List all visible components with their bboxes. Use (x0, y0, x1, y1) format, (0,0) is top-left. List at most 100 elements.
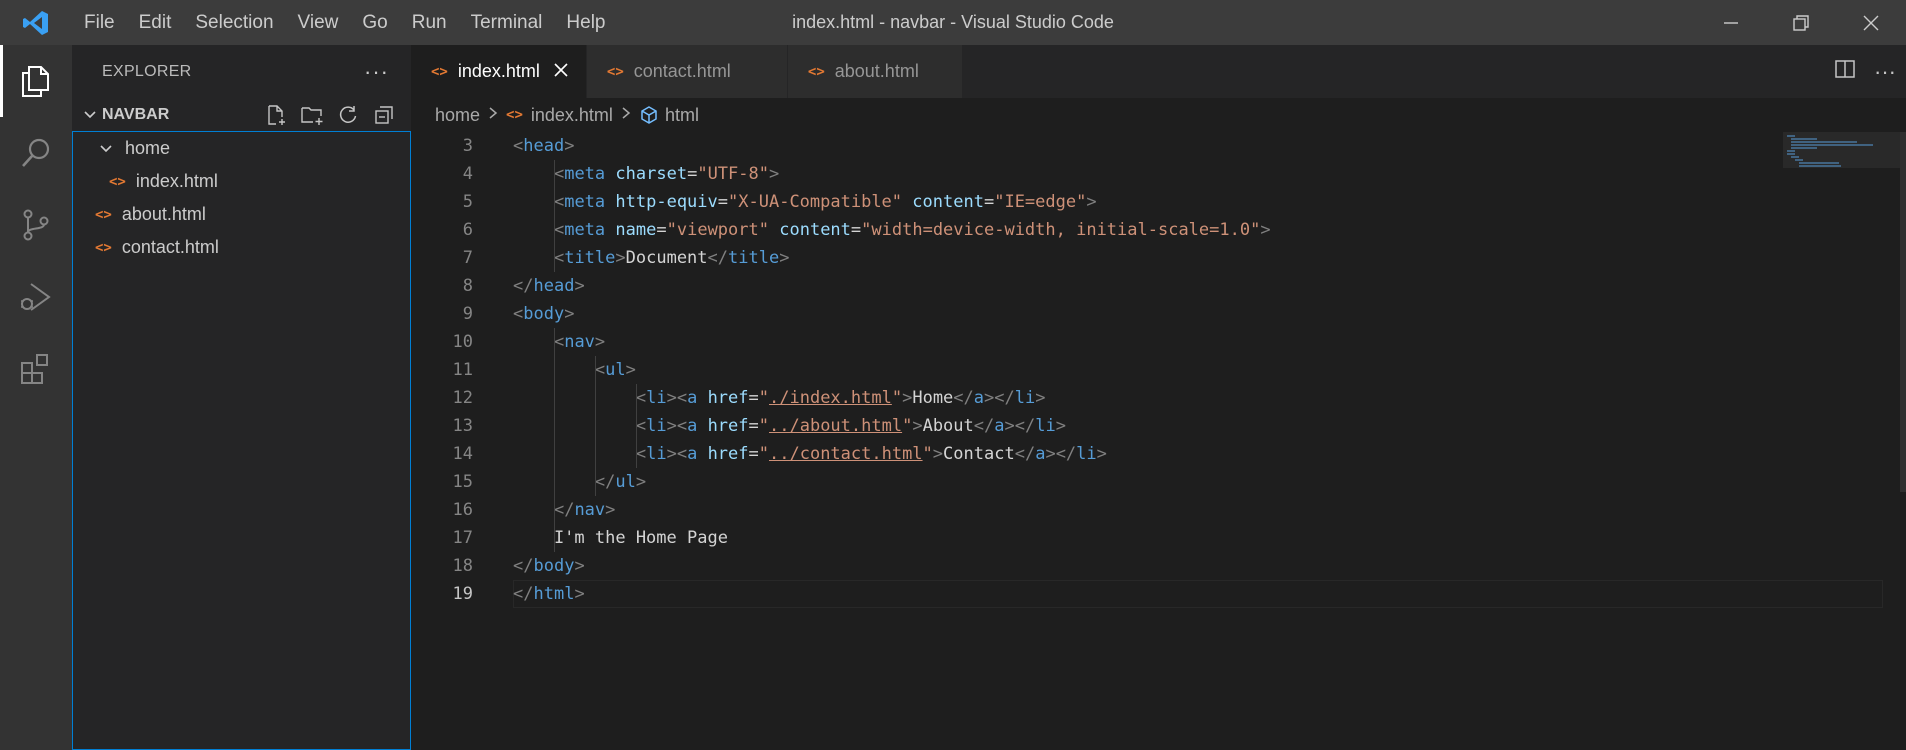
tab-index-html[interactable]: <> index.html (411, 45, 587, 98)
indent-guide (553, 440, 555, 468)
more-actions-icon[interactable]: ··· (364, 59, 389, 85)
line-number: 17 (452, 528, 473, 548)
tree-item-contact-html[interactable]: <> contact.html (73, 231, 410, 264)
code-line: 15 </ul> (411, 468, 1781, 496)
code-text: <meta name="viewport" content="width=dev… (553, 220, 1271, 240)
collapse-all-icon (375, 105, 393, 124)
activity-source-control[interactable] (0, 189, 72, 261)
indent-guide (553, 384, 555, 412)
code-line: 6 <meta name="viewport" content="width=d… (411, 216, 1781, 244)
line-number: 19 (452, 584, 473, 604)
activity-extensions[interactable] (0, 333, 72, 405)
refresh-button[interactable] (333, 101, 363, 129)
workspace-section-header[interactable]: NAVBAR (72, 98, 411, 131)
code-line: 9 <body> (411, 300, 1781, 328)
title-bar: File Edit Selection View Go Run Terminal… (0, 0, 1906, 45)
chevron-right-icon (488, 106, 498, 125)
line-number: 9 (462, 304, 473, 324)
line-number: 13 (452, 416, 473, 436)
tree-item-about-html[interactable]: <> about.html (73, 198, 410, 231)
chevron-right-icon (621, 106, 631, 125)
extensions-icon (21, 354, 48, 384)
menu-run[interactable]: Run (400, 0, 459, 45)
minimize-icon (1724, 21, 1738, 24)
code-text: </body> (513, 556, 585, 576)
menu-terminal[interactable]: Terminal (459, 0, 555, 45)
menu-edit[interactable]: Edit (127, 0, 184, 45)
tree-item-label: contact.html (121, 237, 219, 257)
menu-selection[interactable]: Selection (183, 0, 285, 45)
restore-icon (1793, 14, 1809, 31)
line-number: 16 (452, 500, 473, 520)
code-text: <meta http-equiv="X-UA-Compatible" conte… (553, 192, 1097, 212)
close-tab-icon[interactable] (554, 60, 568, 83)
new-file-button[interactable] (261, 101, 291, 129)
minimap-preview (1787, 135, 1873, 167)
code-line: 5 <meta http-equiv="X-UA-Compatible" con… (411, 188, 1781, 216)
editor-actions: ··· (1834, 45, 1896, 98)
code-line: 19 </html> (411, 580, 1781, 608)
code-text: <ul> (594, 360, 636, 380)
indent-guide (553, 244, 555, 272)
indent-guide (553, 216, 555, 244)
chevron-down-icon (95, 142, 117, 156)
code-line: 17 I'm the Home Page (411, 524, 1781, 552)
breadcrumb-folder[interactable]: home (435, 105, 480, 126)
minimap[interactable] (1783, 132, 1906, 750)
new-folder-button[interactable] (297, 101, 327, 129)
code-text: </head> (513, 276, 585, 296)
tab-contact-html[interactable]: <> contact.html (586, 45, 788, 98)
indent-guide (594, 356, 596, 384)
code-text: <li><a href="./index.html">Home</a></li> (635, 388, 1046, 408)
tree-item-label: about.html (121, 204, 206, 224)
indent-guide (594, 468, 596, 496)
html-file-icon: <> (807, 63, 825, 80)
close-icon (1863, 15, 1879, 30)
code-line: 3 <head> (411, 132, 1781, 160)
line-number: 15 (452, 472, 473, 492)
run-debug-icon (21, 283, 51, 311)
code-text: </nav> (553, 500, 616, 520)
new-file-icon (268, 104, 285, 125)
html-file-icon: <> (95, 206, 112, 223)
source-control-icon (23, 209, 49, 241)
tab-about-html[interactable]: <> about.html (787, 45, 963, 98)
line-number: 8 (462, 276, 473, 296)
code-text: <li><a href="../contact.html">Contact</a… (635, 444, 1107, 464)
breadcrumb-symbol[interactable]: html (665, 105, 699, 126)
tree-item-index-html[interactable]: <> index.html (73, 165, 410, 198)
explorer-icon (22, 66, 49, 97)
split-editor-button[interactable] (1834, 58, 1856, 85)
tree-item-home[interactable]: home (73, 132, 410, 165)
restore-button[interactable] (1766, 0, 1836, 45)
activity-run-debug[interactable] (0, 261, 72, 333)
code-text: </html> (513, 584, 585, 604)
editor-tabs: <> index.html <> contact.html <> about.h… (411, 45, 1906, 98)
more-actions-icon[interactable]: ··· (1874, 59, 1896, 85)
minimize-button[interactable] (1696, 0, 1766, 45)
indent-guide (553, 412, 555, 440)
scrollbar-thumb[interactable] (1900, 132, 1906, 492)
menu-view[interactable]: View (286, 0, 351, 45)
indent-guide (553, 356, 555, 384)
code-line: 8 </head> (411, 272, 1781, 300)
code-line: 11 <ul> (411, 356, 1781, 384)
tree-item-label: home (125, 138, 171, 158)
collapse-all-button[interactable] (369, 101, 399, 129)
menu-bar: File Edit Selection View Go Run Terminal… (72, 0, 618, 45)
activity-explorer[interactable] (0, 45, 72, 117)
line-number: 14 (452, 444, 473, 464)
sidebar-title: EXPLORER (102, 62, 192, 80)
breadcrumb-file[interactable]: index.html (531, 105, 613, 126)
menu-help[interactable]: Help (554, 0, 617, 45)
vertical-scrollbar[interactable] (1900, 132, 1906, 750)
indent-guide (594, 412, 596, 440)
indent-guide (553, 160, 555, 188)
menu-file[interactable]: File (72, 0, 127, 45)
window-controls (1696, 0, 1906, 45)
activity-search[interactable] (0, 117, 72, 189)
close-window-button[interactable] (1836, 0, 1906, 45)
code-editor[interactable]: 3 <head> 4 <meta charset="UTF-8"> 5 <meta h… (411, 132, 1906, 750)
breadcrumb: home <> index.html html (411, 98, 1906, 132)
menu-go[interactable]: Go (350, 0, 399, 45)
